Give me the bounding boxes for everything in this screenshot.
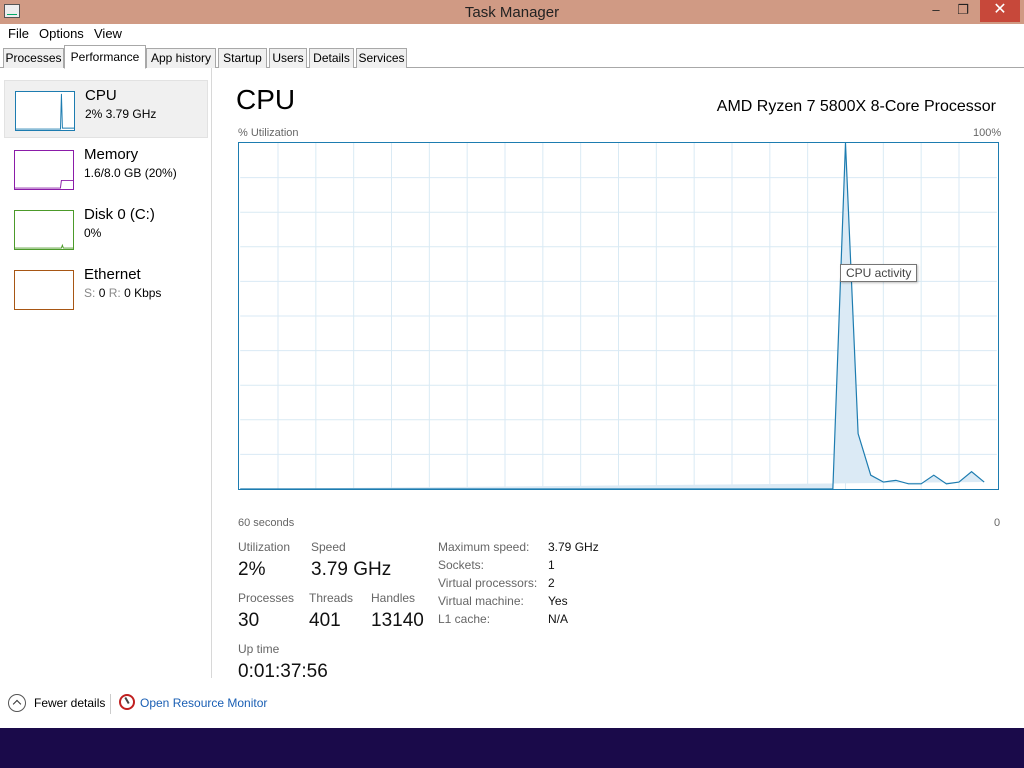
maximize-button[interactable]: ❐ <box>950 0 976 22</box>
graph-x-label-right: 0 <box>994 517 1001 529</box>
tab-startup[interactable]: Startup <box>218 48 267 68</box>
menu-file[interactable]: File <box>8 26 29 41</box>
sidebar-item-cpu[interactable]: CPU 2% 3.79 GHz <box>4 80 208 138</box>
task-manager-window: File Options View Processes Performance … <box>0 24 1024 728</box>
max-speed-label: Maximum speed: <box>438 540 530 554</box>
memory-thumbnail-graph <box>14 150 74 190</box>
uptime-value: 0:01:37:56 <box>238 661 328 682</box>
receive-label: R: <box>108 286 121 300</box>
sidebar-item-title: Disk 0 (C:) <box>84 206 155 223</box>
tab-services[interactable]: Services <box>356 48 407 68</box>
graph-y-max-label: 100% <box>973 127 1002 139</box>
sidebar-item-subtitle: S: 0 R: 0 Kbps <box>84 286 161 300</box>
sidebar-item-subtitle: 0% <box>84 226 102 240</box>
fewer-details-button[interactable]: Fewer details <box>34 696 105 710</box>
receive-value: 0 Kbps <box>124 286 162 300</box>
footer-separator <box>110 694 111 714</box>
virtual-machine-value: Yes <box>548 594 568 608</box>
processes-value: 30 <box>238 610 260 631</box>
utilization-label: Utilization <box>238 540 291 554</box>
chevron-up-icon[interactable] <box>8 694 26 712</box>
sidebar-item-disk[interactable]: Disk 0 (C:) 0% <box>4 200 208 258</box>
sidebar-item-memory[interactable]: Memory 1.6/8.0 GB (20%) <box>4 140 208 198</box>
sockets-label: Sockets: <box>438 558 485 572</box>
sidebar-item-title: CPU <box>85 87 117 104</box>
tab-performance[interactable]: Performance <box>64 45 146 69</box>
utilization-value: 2% <box>238 559 266 580</box>
performance-panel: CPU AMD Ryzen 7 5800X 8-Core Processor %… <box>212 68 1024 682</box>
sidebar-item-subtitle: 2% 3.79 GHz <box>85 107 157 121</box>
resource-list: CPU 2% 3.79 GHz Memory 1.6/8.0 GB (20%) … <box>0 68 212 678</box>
sidebar-item-title: Ethernet <box>84 266 141 283</box>
handles-label: Handles <box>371 591 416 605</box>
menu-bar: File Options View <box>0 24 1024 44</box>
disk-thumbnail-graph <box>14 210 74 250</box>
l1-cache-value: N/A <box>548 612 569 626</box>
title-bar: Task Manager – ❐ ✕ <box>0 0 1024 24</box>
minimize-button[interactable]: – <box>923 0 949 22</box>
send-label: S: <box>84 286 96 300</box>
cpu-thumbnail-graph <box>15 91 75 131</box>
cpu-utilization-graph <box>238 142 999 490</box>
cpu-activity-tooltip: CPU activity <box>840 264 918 282</box>
tab-app-history[interactable]: App history <box>146 48 216 68</box>
threads-label: Threads <box>309 591 354 605</box>
panel-title: CPU <box>236 84 296 115</box>
tab-bar: Processes Performance App history Startu… <box>0 44 1024 69</box>
virtual-processors-value: 2 <box>548 576 555 590</box>
send-value: 0 <box>98 286 106 300</box>
sidebar-item-title: Memory <box>84 146 139 163</box>
graph-y-label: % Utilization <box>238 127 299 139</box>
handles-value: 13140 <box>371 610 424 631</box>
ethernet-thumbnail-graph <box>14 270 74 310</box>
resource-monitor-icon <box>119 694 135 710</box>
processes-label: Processes <box>238 591 295 605</box>
tab-processes[interactable]: Processes <box>3 48 64 68</box>
threads-value: 401 <box>309 610 341 631</box>
footer-bar: Fewer details Open Resource Monitor <box>0 682 1024 726</box>
graph-x-label-left: 60 seconds <box>238 517 295 529</box>
processor-name: AMD Ryzen 7 5800X 8-Core Processor <box>716 98 996 115</box>
speed-label: Speed <box>311 540 346 554</box>
close-button[interactable]: ✕ <box>980 0 1020 22</box>
tab-details[interactable]: Details <box>309 48 354 68</box>
menu-options[interactable]: Options <box>39 26 84 41</box>
virtual-processors-label: Virtual processors: <box>438 576 538 590</box>
sidebar-item-subtitle: 1.6/8.0 GB (20%) <box>84 166 177 180</box>
sidebar-item-ethernet[interactable]: Ethernet S: 0 R: 0 Kbps <box>4 260 208 318</box>
tab-users[interactable]: Users <box>269 48 307 68</box>
menu-view[interactable]: View <box>94 26 122 41</box>
virtual-machine-label: Virtual machine: <box>438 594 524 608</box>
uptime-label: Up time <box>238 642 280 656</box>
max-speed-value: 3.79 GHz <box>548 540 599 554</box>
window-title: Task Manager <box>464 4 560 21</box>
l1-cache-label: L1 cache: <box>438 612 491 626</box>
open-resource-monitor-link[interactable]: Open Resource Monitor <box>140 696 267 710</box>
speed-value: 3.79 GHz <box>311 559 392 580</box>
sockets-value: 1 <box>548 558 555 572</box>
